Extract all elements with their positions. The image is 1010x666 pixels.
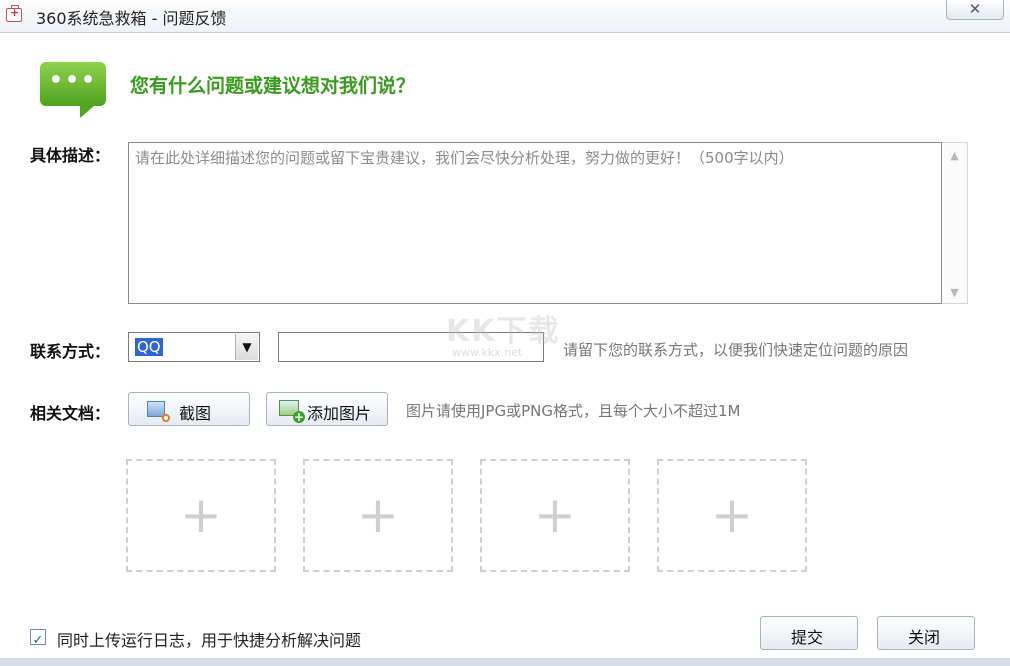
description-placeholder: 请在此处详细描述您的问题或留下宝贵建议，我们会尽快分析处理，努力做的更好！（50… <box>135 149 794 167</box>
close-button[interactable]: 关闭 <box>877 616 975 650</box>
screenshot-button-label: 截图 <box>179 404 212 423</box>
image-format-hint: 图片请使用JPG或PNG格式，且每个大小不超过1M <box>406 402 741 420</box>
check-icon: ✓ <box>32 633 44 648</box>
contact-type-value: QQ <box>135 338 163 356</box>
page-heading: 您有什么问题或建议想对我们说？ <box>130 75 416 97</box>
plus-icon: + <box>711 486 753 544</box>
add-image-icon <box>279 400 305 423</box>
feedback-window: 360系统急救箱 - 问题反馈 ✕ ••• 您有什么问题或建议想对我们说？ 具体… <box>0 0 1010 666</box>
image-slot[interactable]: + <box>303 459 453 572</box>
window-bottom-border <box>0 658 1010 666</box>
contact-label: 联系方式： <box>30 342 111 361</box>
chevron-down-icon[interactable]: ▼ <box>235 334 258 360</box>
contact-type-select[interactable]: QQ ▼ <box>128 332 260 362</box>
upload-log-label[interactable]: 同时上传运行日志，用于快捷分析解决问题 <box>57 627 361 651</box>
scroll-up-icon[interactable]: ▲ <box>942 149 967 162</box>
description-scrollbar[interactable]: ▲ ▼ <box>942 142 968 304</box>
bubble-dots: ••• <box>48 68 98 93</box>
image-slot[interactable]: + <box>657 459 807 572</box>
contact-hint: 请留下您的联系方式，以便我们快速定位问题的原因 <box>563 341 909 359</box>
add-image-button-label: 添加图片 <box>307 404 372 423</box>
window-title: 360系统急救箱 - 问题反馈 <box>36 9 227 28</box>
upload-log-checkbox[interactable]: ✓ <box>30 629 46 648</box>
first-aid-kit-icon <box>6 5 22 22</box>
chat-bubble-icon: ••• <box>40 62 106 118</box>
submit-button[interactable]: 提交 <box>760 616 858 650</box>
documents-label: 相关文档： <box>30 404 111 423</box>
image-slot[interactable]: + <box>126 459 276 572</box>
scroll-down-icon[interactable]: ▼ <box>942 286 967 299</box>
plus-icon: + <box>534 486 576 544</box>
submit-button-label: 提交 <box>791 628 824 647</box>
site-watermark: KK下载 www.kkx.net <box>446 306 576 366</box>
watermark-logo: KK下载 <box>446 314 561 349</box>
plus-icon: + <box>180 486 222 544</box>
window-close-button[interactable]: ✕ <box>946 0 1004 20</box>
title-bar: 360系统急救箱 - 问题反馈 ✕ <box>0 0 1010 33</box>
image-slot[interactable]: + <box>480 459 630 572</box>
add-image-button[interactable]: 添加图片 <box>266 392 388 426</box>
close-button-label: 关闭 <box>908 628 941 647</box>
screenshot-button[interactable]: 截图 <box>128 392 250 426</box>
watermark-url: www.kkx.net <box>452 346 523 359</box>
description-textarea[interactable]: 请在此处详细描述您的问题或留下宝贵建议，我们会尽快分析处理，努力做的更好！（50… <box>128 142 942 304</box>
close-icon: ✕ <box>968 0 982 18</box>
plus-icon: + <box>357 486 399 544</box>
screenshot-icon <box>147 401 170 422</box>
description-label: 具体描述： <box>30 146 111 165</box>
